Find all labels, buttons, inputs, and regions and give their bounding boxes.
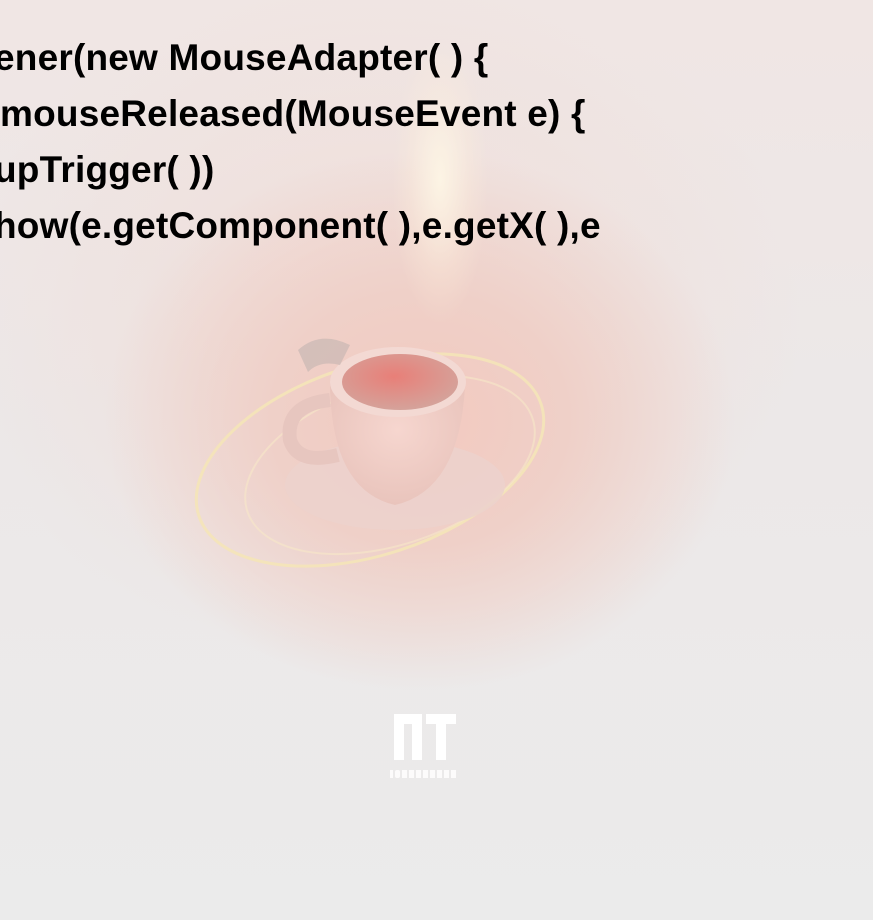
code-line: upTrigger( )) <box>0 149 215 190</box>
code-line: ener(new MouseAdapter( ) { <box>0 37 489 78</box>
slide-background: ener(new MouseAdapter( ) { mouseReleased… <box>0 0 873 920</box>
code-line: how(e.getComponent( ),e.getX( ),e <box>0 205 601 246</box>
code-line: mouseReleased(MouseEvent e) { <box>0 93 586 134</box>
coffee-cup-icon <box>194 338 546 568</box>
novaterra-logo <box>390 714 456 778</box>
